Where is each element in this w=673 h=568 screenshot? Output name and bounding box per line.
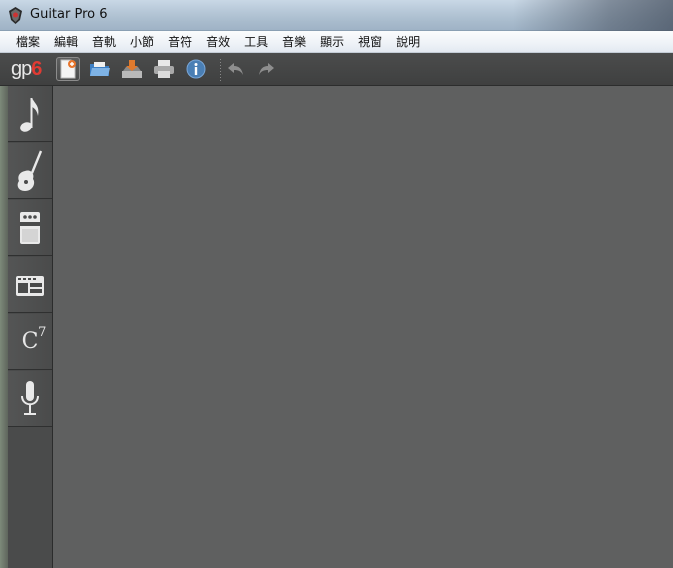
guitar-pro-app-icon[interactable] (8, 7, 23, 24)
logo-gp-text: gp (11, 58, 32, 80)
open-folder-icon (90, 62, 110, 76)
menu-help[interactable]: 說明 (389, 31, 427, 53)
toolbar-separator (220, 59, 221, 81)
chord-panel-button[interactable]: C7 (8, 314, 52, 370)
amp-mixer-icon (16, 275, 44, 296)
new-file-button[interactable] (56, 57, 80, 81)
undo-button[interactable] (224, 57, 248, 81)
title-bar-background (513, 0, 673, 31)
undo-arrow-icon (228, 63, 243, 75)
title-bar[interactable]: Guitar Pro 6 (0, 0, 673, 31)
save-download-icon (122, 60, 142, 78)
logo-six-text: 6 (31, 58, 42, 80)
chord-letter: C (21, 329, 39, 354)
menu-window[interactable]: 視窗 (351, 31, 389, 53)
chord-superscript: 7 (38, 325, 47, 340)
menu-effects[interactable]: 音效 (199, 31, 237, 53)
redo-button[interactable] (254, 57, 278, 81)
main-toolbar: gp6 (0, 53, 673, 86)
gp6-logo: gp6 (11, 57, 42, 81)
menu-view[interactable]: 顯示 (313, 31, 351, 53)
document-workspace[interactable] (53, 86, 673, 568)
desktop-edge (0, 86, 8, 568)
panel-sidebar: C7 (8, 86, 53, 568)
new-file-icon (60, 59, 76, 79)
save-file-button[interactable] (120, 57, 144, 81)
chord-c7-icon: C7 (21, 325, 47, 354)
menu-tools[interactable]: 工具 (237, 31, 275, 53)
eighth-note-icon (20, 97, 39, 132)
menu-bar: 檔案 編輯 音軌 小節 音符 音效 工具 音樂 顯示 視窗 說明 (0, 31, 673, 53)
menu-music[interactable]: 音樂 (275, 31, 313, 53)
menu-note[interactable]: 音符 (161, 31, 199, 53)
menu-file[interactable]: 檔案 (9, 31, 47, 53)
mixer-panel-button[interactable] (8, 257, 52, 313)
instrument-panel-button[interactable] (8, 143, 52, 199)
score-panel-button[interactable] (8, 86, 52, 142)
stompbox-pedal-icon (20, 211, 40, 244)
microphone-icon (21, 380, 39, 415)
open-file-button[interactable] (88, 57, 112, 81)
printer-icon (154, 60, 174, 78)
effects-pedal-panel-button[interactable] (8, 200, 52, 256)
menu-track[interactable]: 音軌 (85, 31, 123, 53)
window-title: Guitar Pro 6 (30, 7, 108, 22)
info-button[interactable] (184, 57, 208, 81)
redo-arrow-icon (259, 63, 274, 75)
microphone-panel-button[interactable] (8, 371, 52, 427)
menu-bar-measure[interactable]: 小節 (123, 31, 161, 53)
info-icon (186, 59, 206, 79)
guitar-icon (17, 150, 43, 191)
menu-edit[interactable]: 編輯 (47, 31, 85, 53)
print-button[interactable] (152, 57, 176, 81)
